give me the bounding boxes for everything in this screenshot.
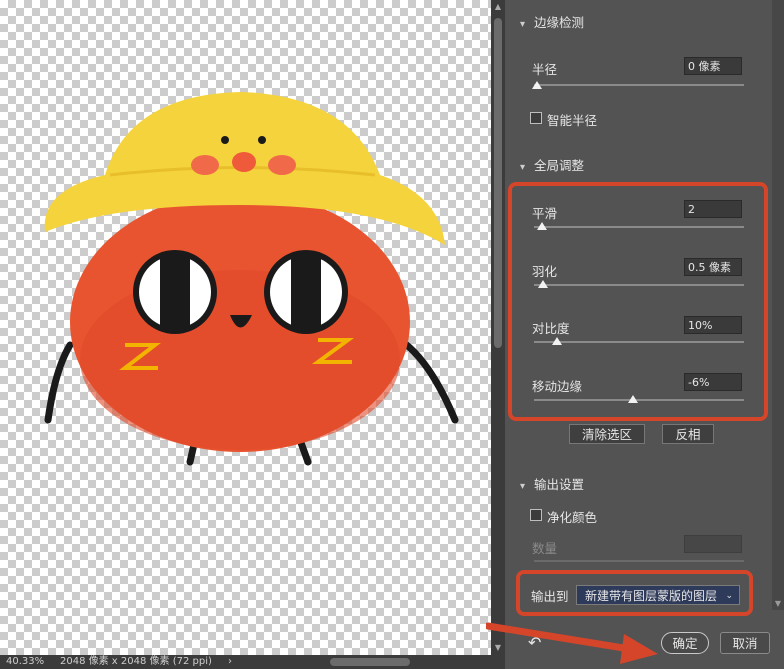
smart-radius-checkbox[interactable] (530, 112, 542, 124)
canvas-vertical-scrollbar[interactable]: ▲ ▼ (491, 0, 505, 655)
section-edge-detection[interactable]: ▾ 边缘检测 (520, 12, 584, 31)
ok-button[interactable]: 确定 (661, 632, 709, 654)
decontaminate-checkbox[interactable] (530, 509, 542, 521)
amount-label: 数量 (532, 541, 558, 556)
chevron-down-icon[interactable]: ▾ (520, 19, 534, 30)
decontaminate-label[interactable]: 净化颜色 (547, 507, 597, 526)
document-info: 2048 像素 x 2048 像素 (72 ppi) (60, 656, 212, 667)
pointer-arrow-annotation (486, 622, 658, 664)
cancel-button[interactable]: 取消 (720, 632, 770, 654)
panel-scrollbar[interactable]: ▼ (772, 0, 784, 610)
chevron-down-icon[interactable]: ▾ (520, 481, 534, 492)
chevron-down-icon[interactable]: ▾ (520, 162, 534, 173)
radius-slider-track[interactable] (534, 84, 744, 86)
amount-field (684, 535, 742, 553)
smooth-slider-track[interactable] (534, 226, 744, 228)
feather-label: 羽化 (532, 264, 558, 279)
mascot-image (44, 92, 459, 466)
contrast-slider-track[interactable] (534, 341, 744, 343)
feather-slider-handle[interactable] (538, 280, 548, 288)
scrollbar-thumb[interactable] (494, 18, 502, 348)
section-output-settings[interactable]: ▾ 输出设置 (520, 474, 584, 493)
shift-edge-field[interactable]: -6% (684, 373, 742, 391)
status-bar: 40.33% 2048 像素 x 2048 像素 (72 ppi) › (0, 655, 505, 669)
contrast-slider-handle[interactable] (552, 337, 562, 345)
section-title: 全局调整 (534, 158, 585, 173)
smooth-field[interactable]: 2 (684, 200, 742, 218)
clear-selection-button[interactable]: 清除选区 (569, 424, 645, 444)
contrast-label: 对比度 (532, 321, 570, 336)
amount-slider-track (534, 560, 744, 562)
radius-label: 半径 (532, 62, 558, 77)
smooth-slider-handle[interactable] (537, 222, 547, 230)
horizontal-scrollbar-thumb[interactable] (330, 658, 410, 666)
chevron-right-icon[interactable]: › (228, 655, 232, 669)
zoom-level[interactable]: 40.33% (6, 655, 44, 669)
feather-field[interactable]: 0.5 像素 (684, 258, 742, 276)
radius-slider-handle[interactable] (532, 81, 542, 89)
smart-radius-label[interactable]: 智能半径 (547, 110, 597, 129)
output-to-label: 输出到 (531, 589, 569, 604)
scroll-up-icon[interactable]: ▲ (491, 0, 505, 14)
smooth-label: 平滑 (532, 206, 558, 221)
shift-edge-slider-handle[interactable] (628, 395, 638, 403)
shift-edge-slider-track[interactable] (534, 399, 744, 401)
output-to-value: 新建带有图层蒙版的图层 (585, 589, 718, 603)
shift-edge-label: 移动边缘 (532, 379, 583, 394)
section-title: 输出设置 (534, 477, 585, 492)
document-canvas[interactable] (0, 0, 491, 655)
section-global-refine[interactable]: ▾ 全局调整 (520, 155, 584, 174)
invert-button[interactable]: 反相 (662, 424, 714, 444)
contrast-field[interactable]: 10% (684, 316, 742, 334)
chevron-down-icon: ⌄ (725, 591, 733, 601)
section-title: 边缘检测 (534, 15, 585, 30)
radius-field[interactable]: 0 像素 (684, 57, 742, 75)
feather-slider-track[interactable] (534, 284, 744, 286)
output-to-select[interactable]: 新建带有图层蒙版的图层 ⌄ (576, 585, 740, 605)
scroll-down-icon[interactable]: ▼ (772, 598, 784, 610)
